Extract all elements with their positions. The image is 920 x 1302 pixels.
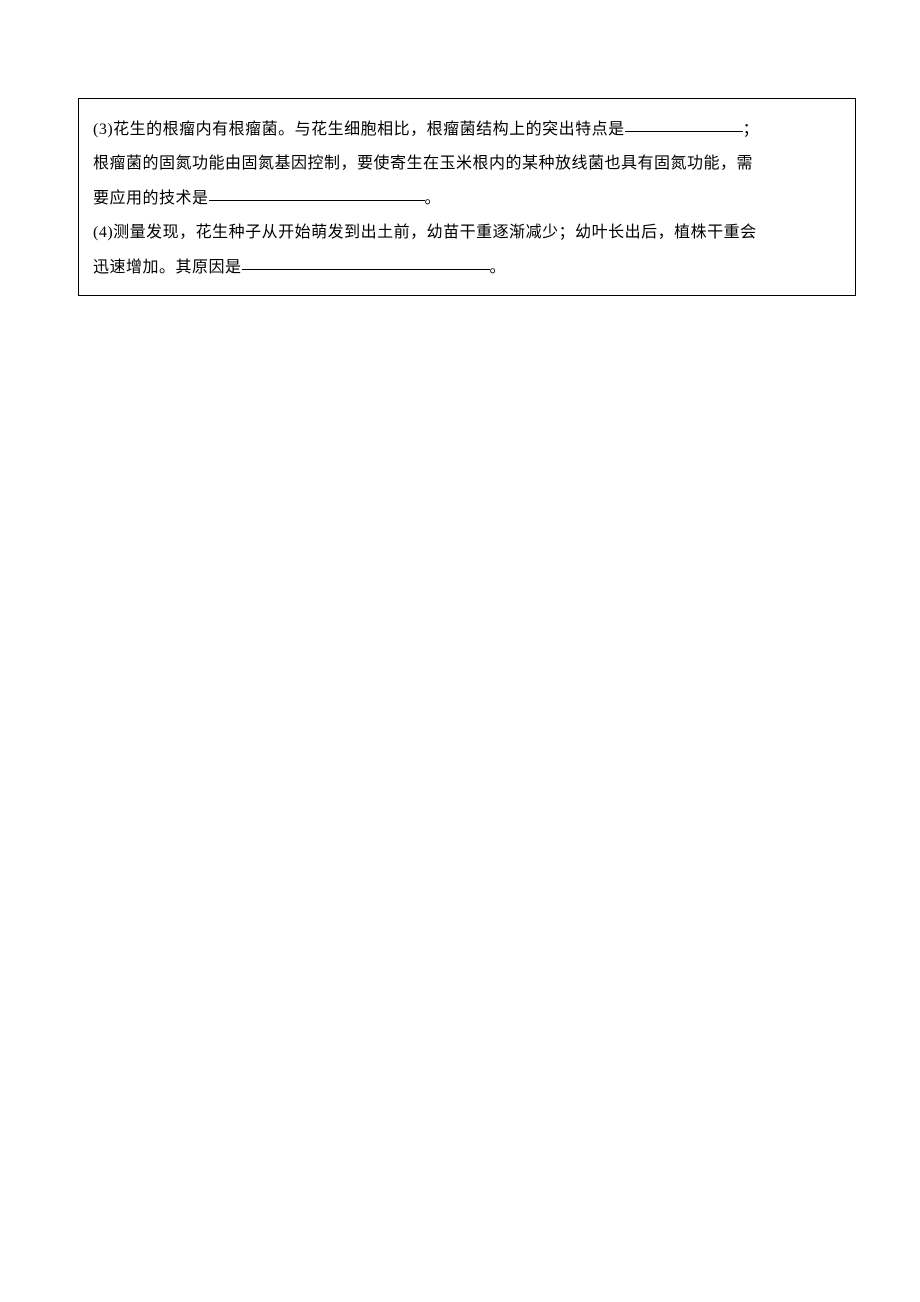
text-line-1: (3)花生的根瘤内有根瘤菌。与花生细胞相比，根瘤菌结构上的突出特点是 ； — [93, 113, 841, 147]
q3-part1-suffix: ； — [743, 121, 760, 138]
blank-field-3[interactable] — [242, 254, 490, 270]
q4-part2-suffix: 。 — [490, 259, 507, 276]
q4-part1-text: (4)测量发现，花生种子从开始萌发到出土前，幼苗干重逐渐减少；幼叶长出后，植株干… — [93, 224, 757, 241]
q3-part2-text: 根瘤菌的固氮功能由固氮基因控制，要使寄生在玉米根内的某种放线菌也具有固氮功能，需 — [93, 155, 753, 172]
q3-part1-text: (3)花生的根瘤内有根瘤菌。与花生细胞相比，根瘤菌结构上的突出特点是 — [93, 121, 625, 138]
text-line-5: 迅速增加。其原因是 。 — [93, 251, 841, 285]
blank-field-2[interactable] — [209, 185, 425, 201]
q4-part2-prefix: 迅速增加。其原因是 — [93, 259, 242, 276]
q3-part3-suffix: 。 — [425, 190, 442, 207]
text-line-2: 根瘤菌的固氮功能由固氮基因控制，要使寄生在玉米根内的某种放线菌也具有固氮功能，需 — [93, 147, 841, 181]
text-line-3: 要应用的技术是 。 — [93, 182, 841, 216]
page-container: (3)花生的根瘤内有根瘤菌。与花生细胞相比，根瘤菌结构上的突出特点是 ； 根瘤菌的… — [0, 0, 920, 296]
text-line-4: (4)测量发现，花生种子从开始萌发到出土前，幼苗干重逐渐减少；幼叶长出后，植株干… — [93, 216, 841, 250]
blank-field-1[interactable] — [625, 116, 743, 132]
q3-part3-prefix: 要应用的技术是 — [93, 190, 209, 207]
question-box: (3)花生的根瘤内有根瘤菌。与花生细胞相比，根瘤菌结构上的突出特点是 ； 根瘤菌的… — [78, 98, 856, 296]
